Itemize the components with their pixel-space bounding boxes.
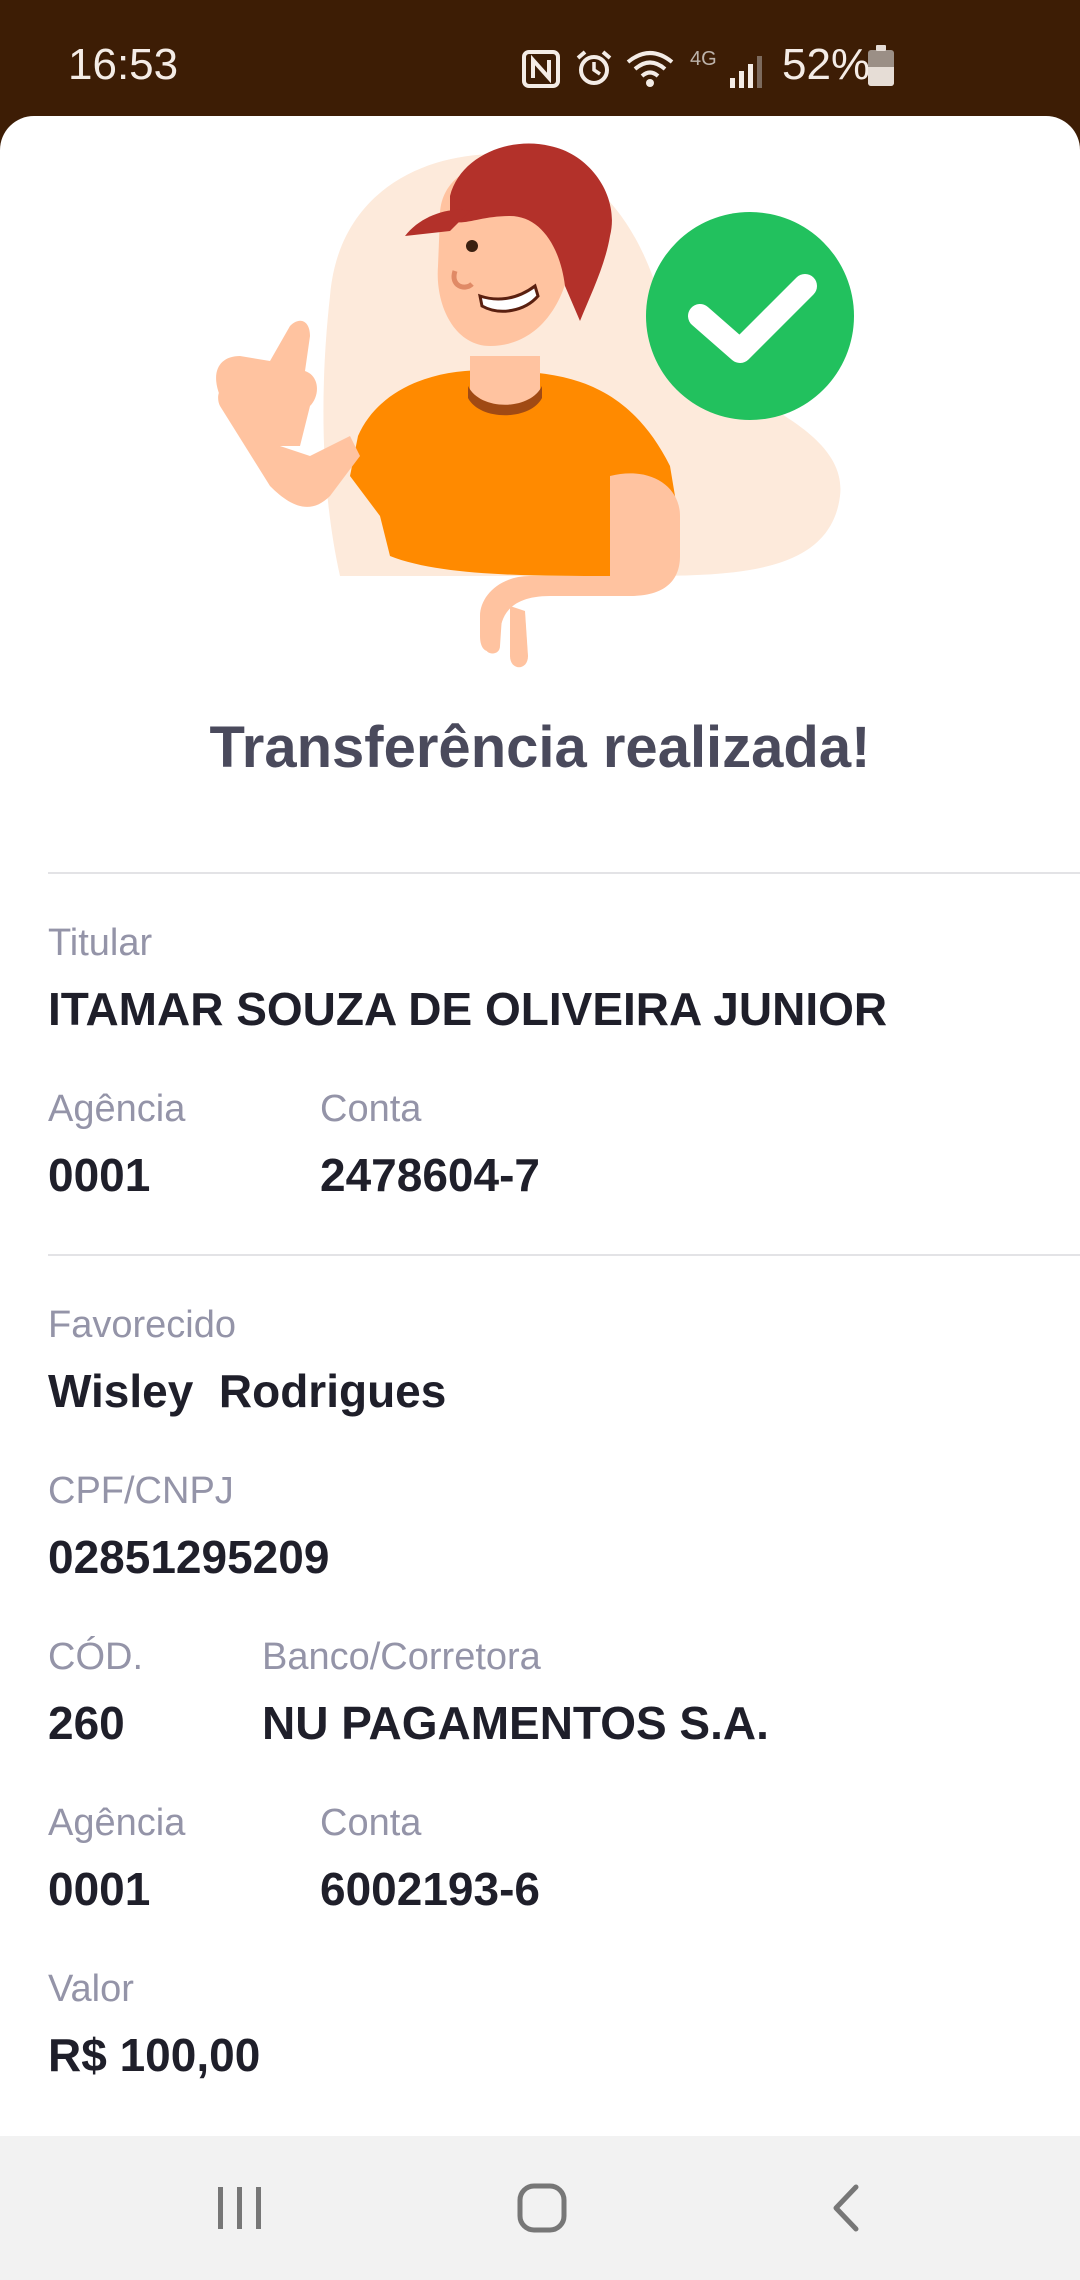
recipient-agency-label: Agência [48,1802,186,1844]
network-type-label: 4G [690,48,717,70]
recipient-account-value: 6002193-6 [320,1863,540,1915]
bank-code-label: CÓD. [48,1636,143,1678]
recipient-name-label: Favorecido [48,1304,236,1346]
recents-icon [218,2187,261,2229]
recipient-account-label: Conta [320,1802,422,1844]
holder-label: Titular [48,922,153,964]
home-button[interactable] [462,2136,622,2280]
check-circle-icon [646,212,854,420]
nfc-icon [522,50,560,88]
bank-name-value: NU PAGAMENTOS S.A. [262,1697,769,1749]
doc-label: CPF/CNPJ [48,1470,234,1512]
wifi-icon [626,51,674,87]
battery-icon [868,45,894,86]
amount-value: R$ 100,00 [48,2029,261,2081]
bank-code-value: 260 [48,1697,125,1749]
divider [48,872,1080,874]
amount-label: Valor [48,1968,134,2010]
home-icon [517,2183,567,2233]
origin-agency-label: Agência [48,1088,186,1130]
status-bar: 16:53 4G 52% [0,0,1080,120]
back-button[interactable] [766,2136,926,2280]
system-nav-bar [0,2136,1080,2280]
divider [48,1254,1080,1256]
alarm-icon [576,50,612,85]
origin-account-label: Conta [320,1088,422,1130]
status-time: 16:53 [68,40,179,89]
person-thumbs-up-illustration [216,143,854,668]
recipient-agency-value: 0001 [48,1863,151,1915]
page-title: Transferência realizada! [209,715,871,780]
origin-agency-value: 0001 [48,1149,151,1201]
holder-value: ITAMAR SOUZA DE OLIVEIRA JUNIOR [48,983,888,1035]
recipient-name-value: Wisley Rodrigues [48,1365,447,1417]
recents-button[interactable] [160,2136,320,2280]
doc-value: 02851295209 [48,1531,330,1583]
signal-icon [730,56,762,88]
back-icon [833,2184,859,2232]
receipt-sheet: Transferência realizada! Titular ITAMAR … [0,116,1080,2136]
bank-name-label: Banco/Corretora [262,1636,541,1678]
battery-percent: 52% [782,40,871,89]
origin-account-value: 2478604-7 [320,1149,540,1201]
